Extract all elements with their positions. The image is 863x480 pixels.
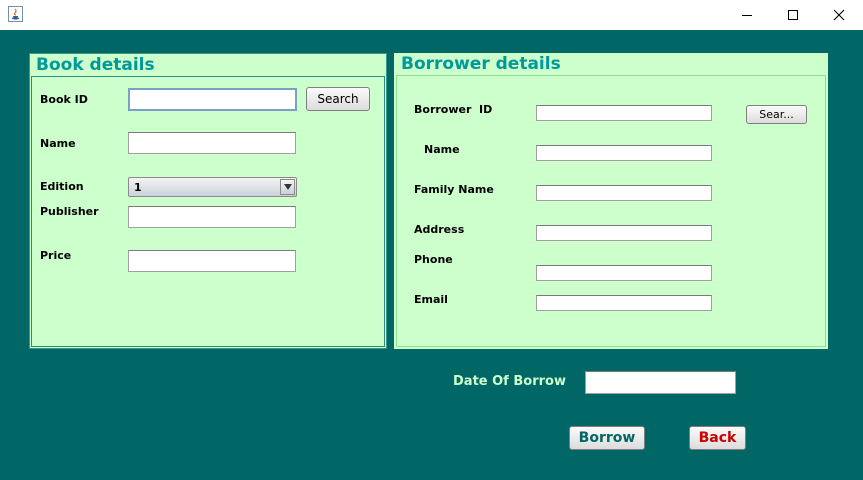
date-of-borrow-input[interactable]: [585, 371, 736, 394]
book-details-panel: Book details Book ID Search Name Edition…: [29, 53, 387, 349]
borrower-search-button[interactable]: Sear...: [746, 105, 807, 124]
back-button[interactable]: Back: [689, 426, 746, 450]
publisher-input[interactable]: [128, 206, 296, 228]
minimize-button[interactable]: [724, 0, 770, 30]
family-name-label: Family Name: [414, 183, 494, 196]
phone-input[interactable]: [536, 265, 712, 281]
book-id-label: Book ID: [40, 93, 88, 106]
borrower-name-input[interactable]: [536, 145, 712, 161]
price-label: Price: [40, 249, 72, 262]
book-name-input[interactable]: [128, 132, 296, 154]
book-id-input[interactable]: [128, 88, 297, 111]
book-search-button[interactable]: Search: [306, 87, 370, 111]
family-name-input[interactable]: [536, 185, 712, 201]
maximize-icon: [788, 10, 798, 20]
borrower-id-label: Borrower ID: [414, 103, 493, 116]
date-of-borrow-label: Date Of Borrow: [453, 374, 566, 389]
close-icon: [833, 9, 845, 21]
edition-dropdown-arrow[interactable]: [280, 179, 295, 195]
close-button[interactable]: [816, 0, 862, 30]
main-content: Book details Book ID Search Name Edition…: [0, 30, 863, 480]
borrower-id-input[interactable]: [536, 105, 712, 121]
borrower-details-panel: Borrower details Borrower ID Sear... Nam…: [394, 53, 828, 349]
book-name-label: Name: [40, 137, 76, 150]
edition-select[interactable]: 1: [128, 177, 297, 197]
edition-selected-value: 1: [134, 181, 142, 194]
maximize-button[interactable]: [770, 0, 816, 30]
borrow-button[interactable]: Borrow: [569, 426, 645, 450]
java-icon: [8, 6, 23, 22]
publisher-label: Publisher: [40, 205, 99, 218]
chevron-down-icon: [283, 184, 292, 190]
phone-label: Phone: [414, 253, 453, 266]
address-label: Address: [414, 223, 465, 236]
email-input[interactable]: [536, 295, 712, 311]
borrower-name-label: Name: [424, 143, 460, 156]
book-details-title: Book details: [36, 55, 155, 75]
email-label: Email: [414, 293, 448, 306]
title-bar: [0, 0, 863, 30]
price-input[interactable]: [128, 250, 296, 272]
edition-label: Edition: [40, 180, 84, 193]
borrower-details-title: Borrower details: [401, 54, 561, 74]
address-input[interactable]: [536, 225, 712, 241]
minimize-icon: [742, 15, 752, 16]
